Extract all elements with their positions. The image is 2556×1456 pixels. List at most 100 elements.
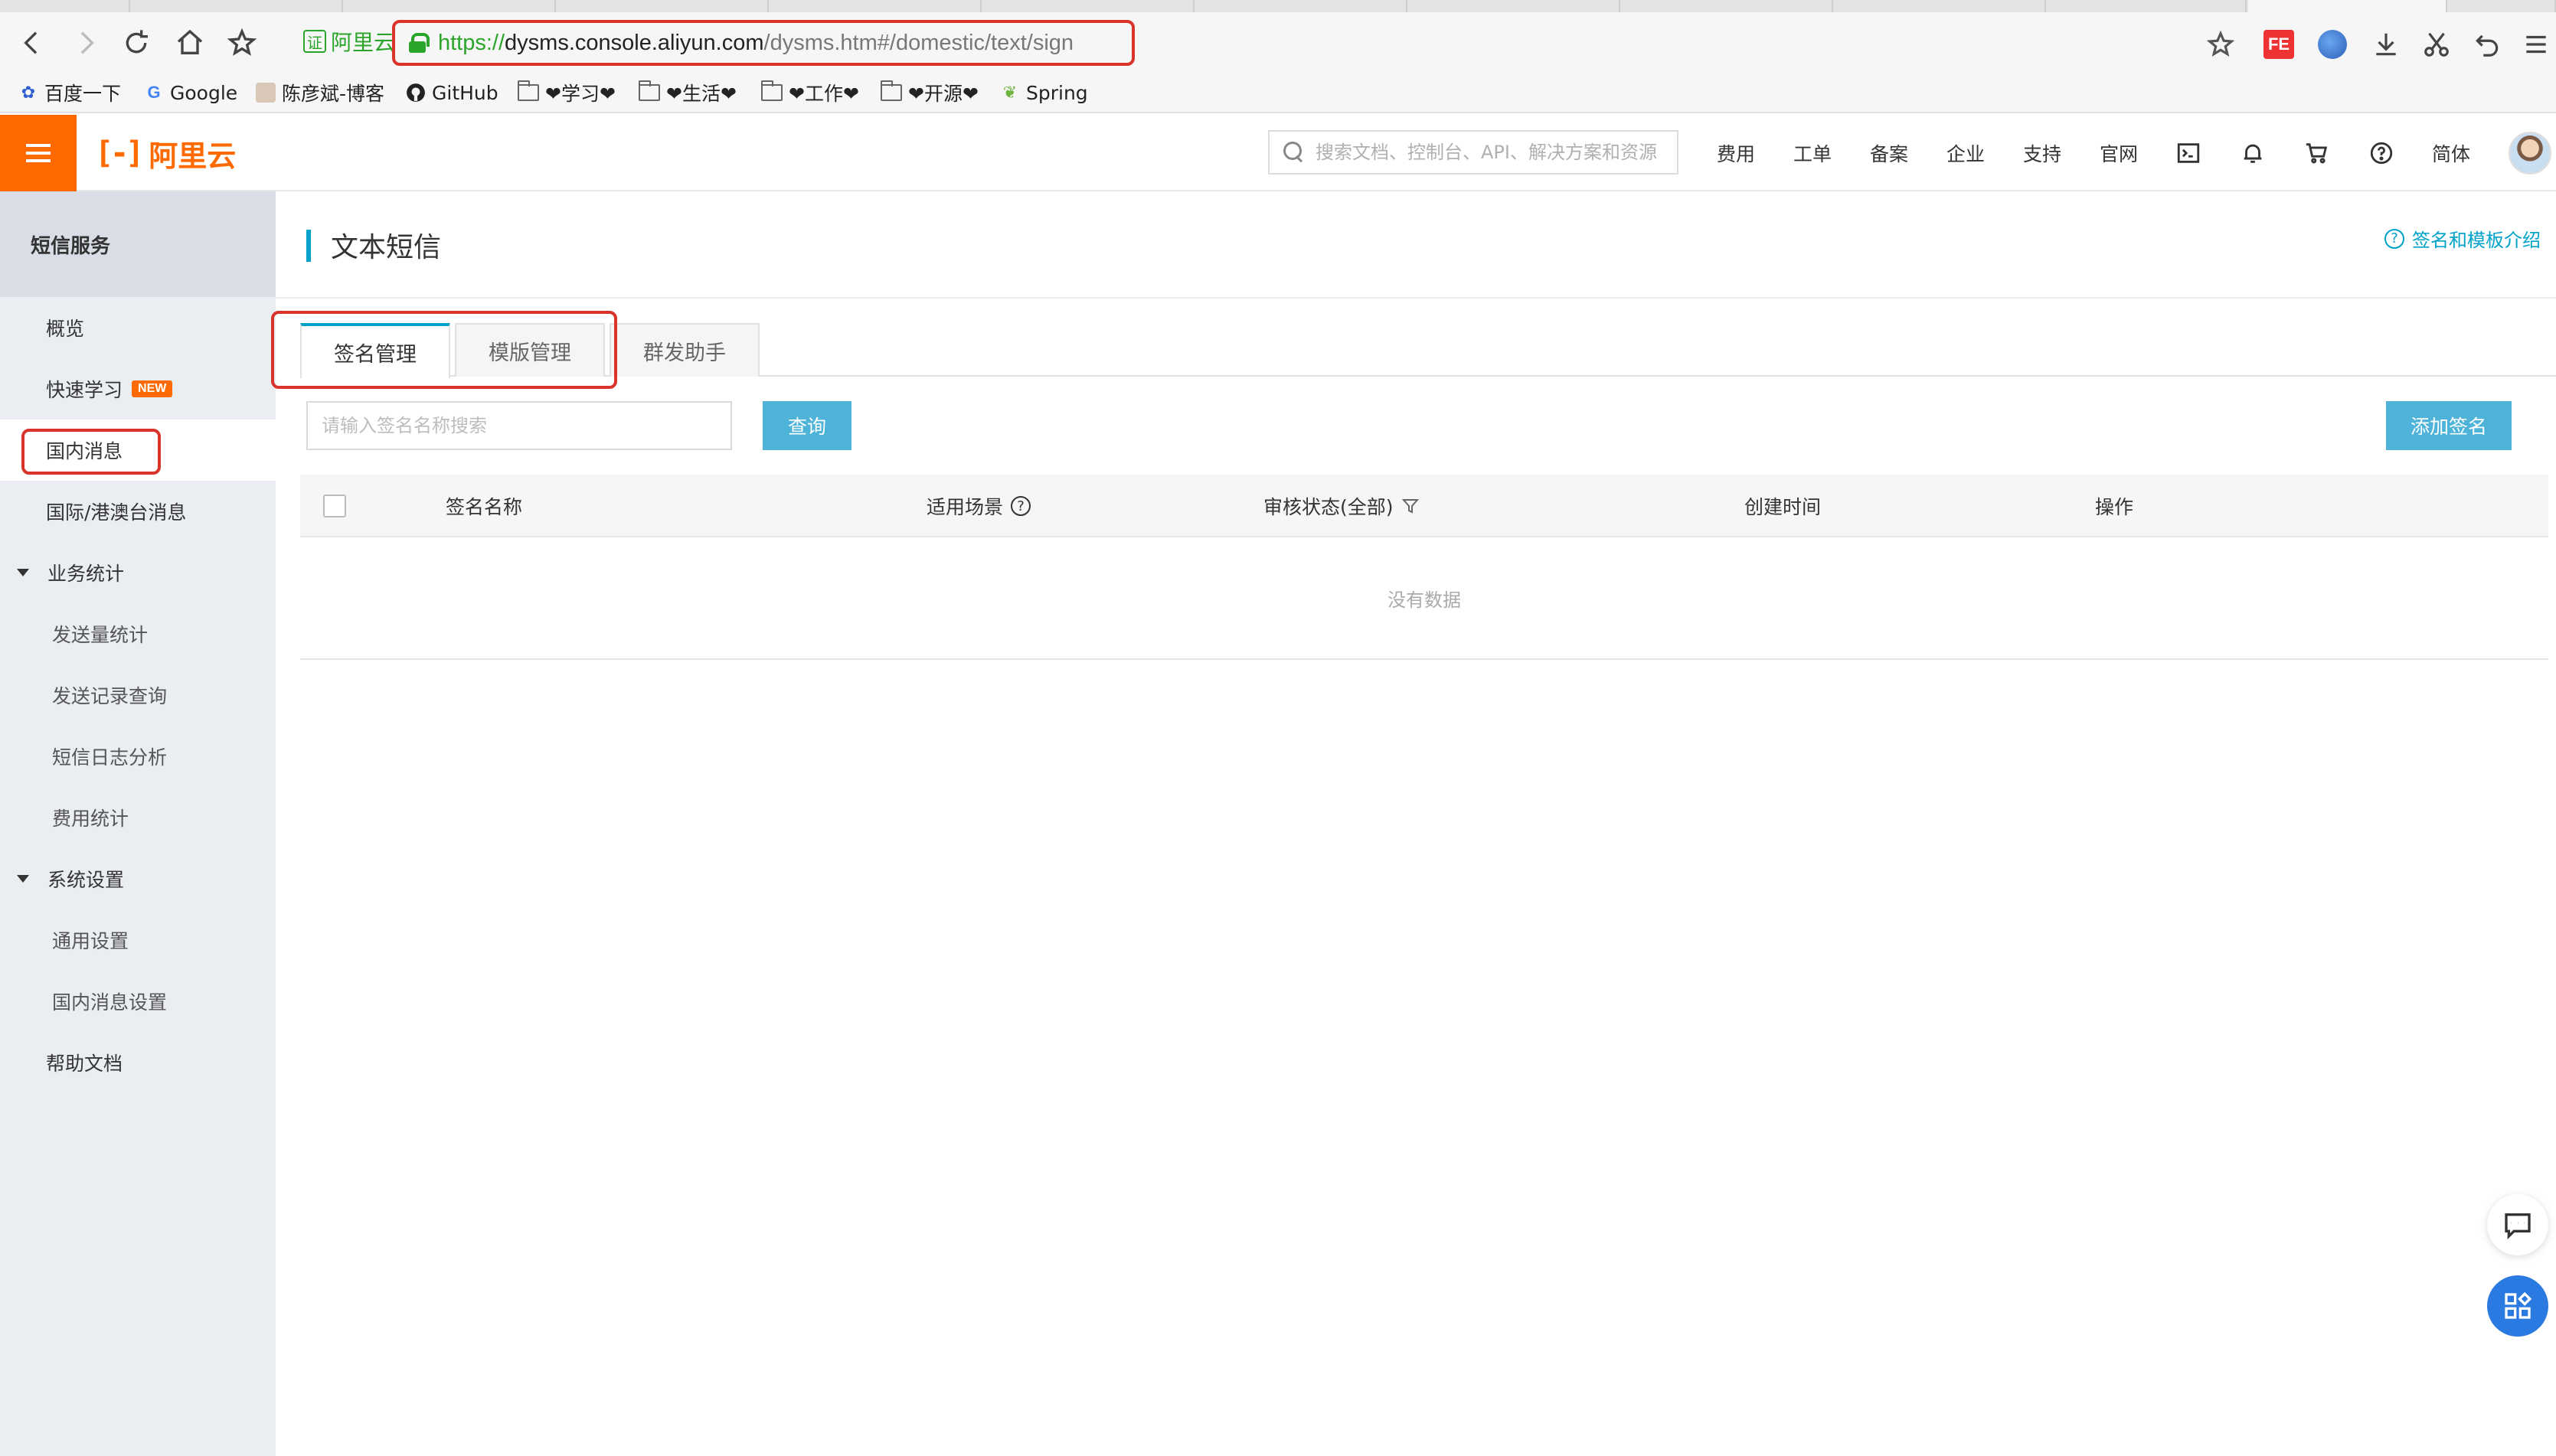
page: 证 阿里云 https://dysms.console.aliyun.com/d… [0, 0, 2556, 1456]
bookmark-spring[interactable]: ❦ Spring [1000, 80, 1088, 106]
tab-sign-management[interactable]: 签名管理 [300, 323, 450, 378]
bookmark-blog[interactable]: 陈彦斌-博客 [256, 80, 384, 106]
browser-tab[interactable] [345, 0, 556, 12]
terminal-icon[interactable] [2173, 138, 2204, 168]
browser-tab[interactable] [557, 0, 769, 12]
sidebar-item-domestic-messages[interactable]: 国内消息 [0, 419, 276, 481]
sidebar-item-label: 国内消息 [46, 440, 123, 462]
sidebar-group-business-stats[interactable]: 业务统计 [0, 542, 276, 603]
site-identity-badge[interactable]: 证 阿里云 [303, 26, 395, 57]
bell-icon[interactable] [2237, 138, 2268, 168]
extension-globe-icon[interactable] [2316, 28, 2349, 61]
global-search[interactable] [1268, 130, 1678, 175]
cart-icon[interactable] [2302, 138, 2332, 168]
browser-tab[interactable] [1409, 0, 1620, 12]
site-badge-label: 阿里云 [331, 30, 396, 55]
sidebar-group-system-settings[interactable]: 系统设置 [0, 848, 276, 909]
reload-icon[interactable] [119, 26, 153, 60]
nav-support[interactable]: 支持 [2023, 138, 2061, 168]
tab-bulk-send-assistant[interactable]: 群发助手 [610, 323, 760, 377]
menu-icon[interactable] [2519, 28, 2553, 61]
column-review-status[interactable]: 审核状态(全部) [1263, 475, 1419, 537]
column-label: 签名名称 [446, 496, 523, 518]
sidebar-item-label: 费用统计 [52, 808, 129, 830]
fe-extension-icon[interactable]: FE [2262, 28, 2296, 61]
help-icon[interactable] [2366, 138, 2397, 168]
sidebar-item-domestic-settings[interactable]: 国内消息设置 [0, 971, 276, 1032]
bookmarks-bar: ✿ 百度一下 G Google 陈彦斌-博客 GitHub ❤学习❤ ❤生活❤ … [0, 72, 2556, 113]
browser-tab[interactable] [1196, 0, 1407, 12]
sidebar-item-label: 发送记录查询 [52, 685, 168, 707]
bookmark-baidu[interactable]: ✿ 百度一下 [18, 80, 121, 106]
undo-icon[interactable] [2470, 28, 2504, 61]
sidebar-item-help-docs[interactable]: 帮助文档 [0, 1032, 276, 1093]
download-icon[interactable] [2369, 28, 2403, 61]
query-button[interactable]: 查询 [763, 401, 851, 450]
search-input[interactable] [1316, 142, 1675, 163]
page-title: 文本短信 [331, 232, 442, 263]
browser-tab-strip[interactable] [0, 0, 2556, 12]
chat-feedback-button[interactable] [2487, 1194, 2548, 1255]
browser-tab[interactable] [132, 0, 343, 12]
browser-tab[interactable] [2449, 0, 2556, 12]
browser-tab[interactable] [983, 0, 1195, 12]
sign-template-intro-link[interactable]: ? 签名和模板介绍 [2384, 225, 2541, 252]
select-all-checkbox[interactable] [323, 495, 346, 517]
tab-template-management[interactable]: 模版管理 [455, 323, 605, 377]
column-created-time: 创建时间 [1744, 475, 1821, 537]
hamburger-menu-icon[interactable] [0, 115, 77, 191]
apps-button[interactable] [2487, 1275, 2548, 1337]
language-switch[interactable]: 简体 [2432, 138, 2470, 168]
aliyun-logo[interactable]: [-] 阿里云 [95, 135, 236, 173]
caret-down-icon [17, 569, 29, 576]
sidebar-item-general-settings[interactable]: 通用设置 [0, 909, 276, 971]
sidebar-item-quick-learn[interactable]: 快速学习 NEW [0, 358, 276, 419]
scissors-icon[interactable] [2420, 28, 2453, 61]
user-avatar[interactable] [2509, 132, 2551, 175]
nav-enterprise[interactable]: 企业 [1946, 138, 1985, 168]
page-star-icon[interactable] [2205, 28, 2236, 61]
forward-icon[interactable] [69, 26, 103, 60]
sidebar-item-send-volume[interactable]: 发送量统计 [0, 603, 276, 664]
sidebar-item-fee-stats[interactable]: 费用统计 [0, 787, 276, 848]
nav-icp[interactable]: 备案 [1870, 138, 1908, 168]
browser-tab[interactable] [2048, 0, 2247, 12]
bookmark-github[interactable]: GitHub [406, 80, 498, 106]
sign-name-search-input[interactable] [322, 415, 720, 436]
back-icon[interactable] [15, 26, 49, 60]
browser-tab[interactable] [0, 0, 130, 12]
sidebar-item-label: 帮助文档 [46, 1053, 123, 1075]
main-content: 文本短信 ? 签名和模板介绍 签名管理 模版管理 群发助手 查询 添加签名 签名… [276, 191, 2556, 1456]
home-icon[interactable] [173, 26, 207, 60]
bookmark-folder-life[interactable]: ❤生活❤ [639, 80, 737, 106]
google-g-icon: G [147, 83, 161, 102]
url-path: /dysms.htm#/domestic/text/sign [763, 30, 1074, 55]
table-header: 签名名称 适用场景 ? 审核状态(全部) 创建时间 操作 [300, 475, 2548, 537]
add-sign-button[interactable]: 添加签名 [2386, 401, 2512, 450]
browser-tab[interactable] [1622, 0, 1833, 12]
bookmark-label: ❤工作❤ [789, 83, 859, 105]
bookmark-google[interactable]: G Google [144, 80, 237, 106]
question-circle-icon[interactable]: ? [1011, 496, 1031, 516]
nav-tickets[interactable]: 工单 [1793, 138, 1832, 168]
browser-tab[interactable] [1835, 0, 2046, 12]
filter-icon[interactable] [1401, 497, 1419, 515]
bookmark-label: ❤生活❤ [666, 83, 737, 105]
nav-fees[interactable]: 费用 [1717, 138, 1755, 168]
github-icon [406, 83, 426, 103]
bookmark-star-icon[interactable] [225, 26, 259, 60]
bookmark-folder-work[interactable]: ❤工作❤ [761, 80, 859, 106]
bookmark-label: ❤开源❤ [908, 83, 979, 105]
sidebar-item-send-records[interactable]: 发送记录查询 [0, 664, 276, 726]
sign-table: 签名名称 适用场景 ? 审核状态(全部) 创建时间 操作 没有数据 [300, 475, 2548, 660]
address-bar[interactable]: https://dysms.console.aliyun.com/dysms.h… [392, 20, 1135, 66]
nav-official-site[interactable]: 官网 [2100, 138, 2138, 168]
sidebar-item-log-analysis[interactable]: 短信日志分析 [0, 726, 276, 787]
sidebar-item-overview[interactable]: 概览 [0, 297, 276, 358]
browser-tab[interactable] [770, 0, 982, 12]
sign-name-search[interactable] [306, 401, 732, 450]
bookmark-folder-opensource[interactable]: ❤开源❤ [881, 80, 979, 106]
bookmark-folder-study[interactable]: ❤学习❤ [518, 80, 616, 106]
browser-tab-active[interactable] [2248, 0, 2447, 12]
sidebar-item-international-messages[interactable]: 国际/港澳台消息 [0, 481, 276, 542]
